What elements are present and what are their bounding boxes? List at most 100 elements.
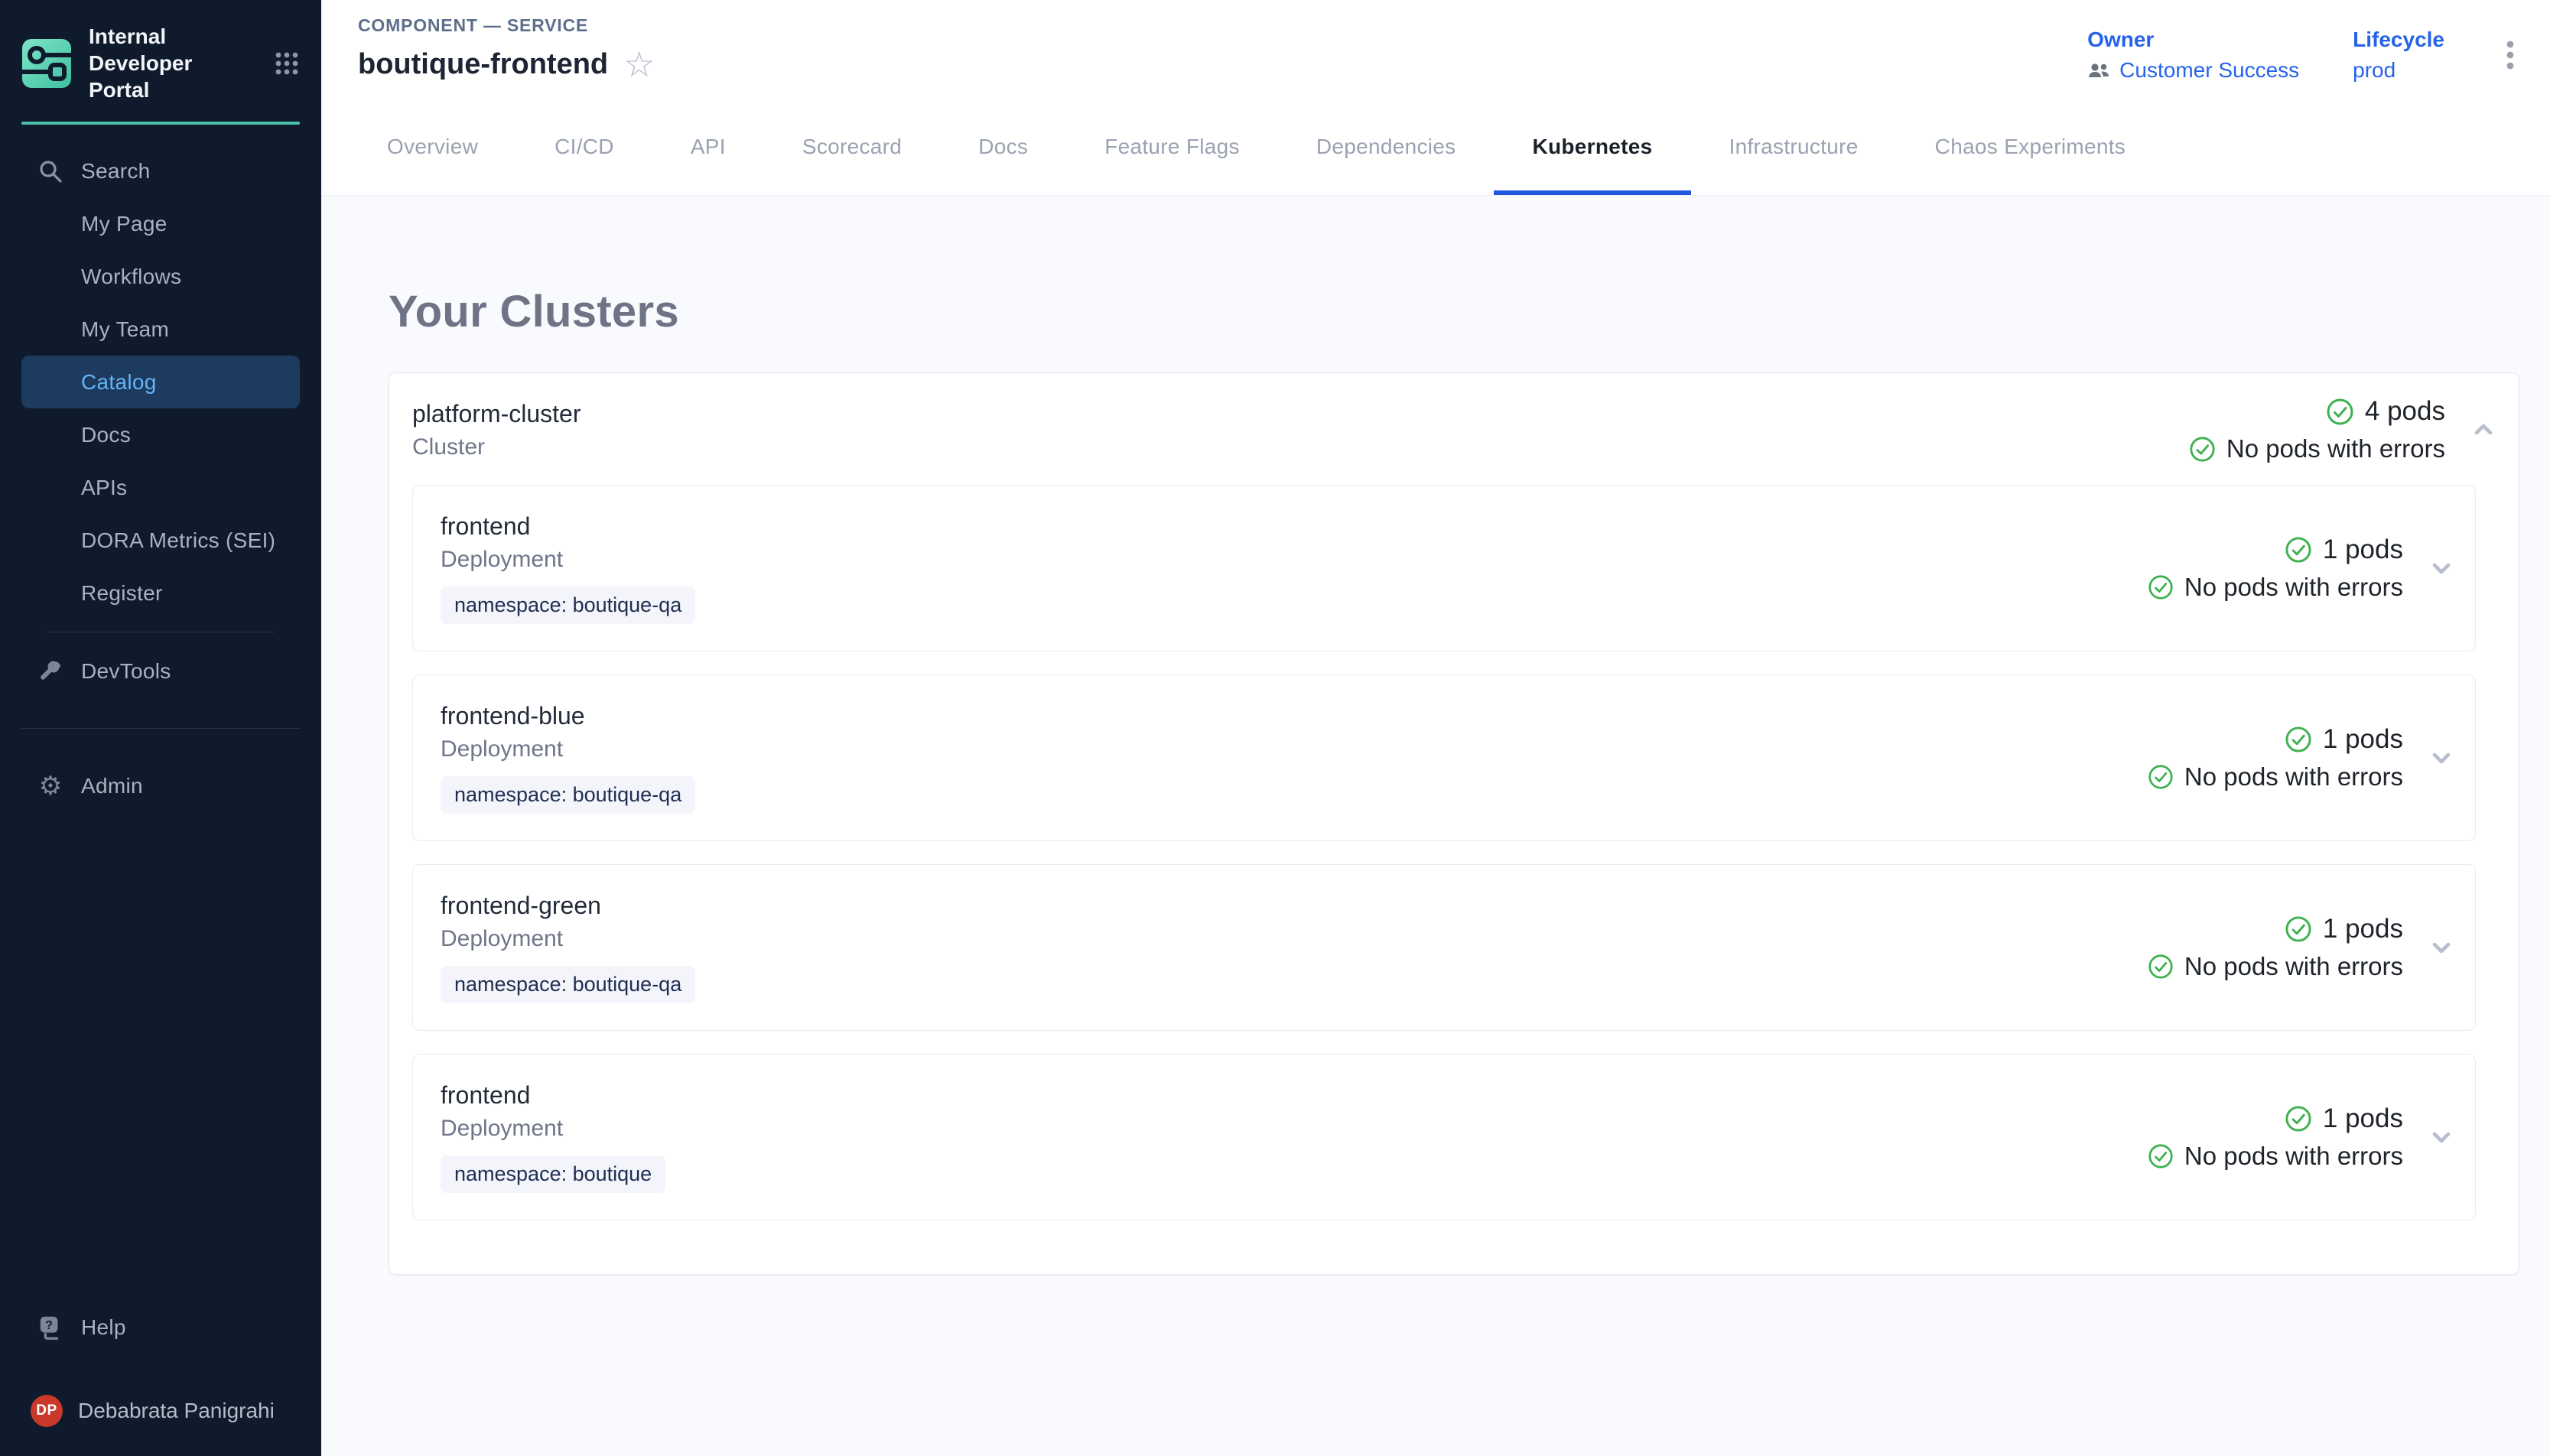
chevron-down-icon[interactable] <box>2423 929 2460 966</box>
tab-api[interactable]: API <box>652 98 764 195</box>
sidebar-item-label: APIs <box>81 476 127 500</box>
chevron-up-icon[interactable] <box>2465 411 2502 448</box>
sidebar-item-label: Workflows <box>81 265 181 289</box>
tab-feature-flags[interactable]: Feature Flags <box>1066 98 1278 195</box>
sidebar-item-devtools[interactable]: DevTools <box>21 645 300 697</box>
pods-status: 4 pods <box>2326 396 2445 427</box>
entity-header: COMPONENT — SERVICE boutique-frontend ☆ … <box>321 0 2550 98</box>
sidebar-item-docs[interactable]: Docs <box>21 408 300 461</box>
errors-status: No pods with errors <box>2189 434 2445 463</box>
tab-dependencies[interactable]: Dependencies <box>1278 98 1495 195</box>
pods-count: 1 pods <box>2323 724 2403 755</box>
workload-card[interactable]: frontend-blue Deployment namespace: bout… <box>412 674 2476 841</box>
sidebar-item-my-page[interactable]: My Page <box>21 197 300 250</box>
brand: Internal Developer Portal <box>0 0 321 122</box>
main-area: COMPONENT — SERVICE boutique-frontend ☆ … <box>321 0 2550 1456</box>
sidebar: Internal Developer Portal Search My Page… <box>0 0 321 1456</box>
errors-status: No pods with errors <box>2148 573 2403 602</box>
wrench-icon <box>37 658 64 685</box>
sidebar-item-workflows[interactable]: Workflows <box>21 250 300 303</box>
pods-count: 4 pods <box>2365 396 2445 427</box>
errors-status: No pods with errors <box>2148 762 2403 791</box>
sidebar-item-label: My Team <box>81 317 169 342</box>
errors-text: No pods with errors <box>2184 952 2403 981</box>
pods-status: 1 pods <box>2285 914 2403 944</box>
sidebar-item-label: Catalog <box>81 370 157 395</box>
check-circle-icon <box>2326 398 2354 426</box>
icon-spacer <box>37 474 64 502</box>
cluster-card: platform-cluster Cluster 4 pods <box>389 372 2519 1275</box>
tab-overview[interactable]: Overview <box>349 98 516 195</box>
check-circle-icon <box>2148 1143 2174 1169</box>
svg-text:?: ? <box>45 1318 53 1331</box>
breadcrumb: COMPONENT — SERVICE <box>358 15 655 36</box>
icon-spacer <box>37 421 64 449</box>
kebab-menu-icon[interactable] <box>2498 32 2522 78</box>
sidebar-item-dora-metrics-sei[interactable]: DORA Metrics (SEI) <box>21 514 300 567</box>
tab-ci-cd[interactable]: CI/CD <box>516 98 652 195</box>
owner-value: Customer Success <box>2119 58 2299 83</box>
tab-infrastructure[interactable]: Infrastructure <box>1691 98 1897 195</box>
users-icon <box>2087 61 2110 80</box>
errors-text: No pods with errors <box>2184 762 2403 791</box>
sidebar-section-divider <box>21 728 300 729</box>
check-circle-icon <box>2189 436 2216 463</box>
cluster-header[interactable]: platform-cluster Cluster 4 pods <box>389 373 2519 483</box>
user-menu[interactable]: DP Debabrata Panigrahi <box>21 1384 300 1438</box>
workload-name: frontend <box>441 512 695 541</box>
search-icon <box>37 158 64 185</box>
sidebar-item-label: Admin <box>81 774 143 798</box>
sidebar-item-admin[interactable]: ⚙ Admin <box>21 759 300 812</box>
star-icon[interactable]: ☆ <box>623 47 655 82</box>
sidebar-item-catalog[interactable]: Catalog <box>21 356 300 408</box>
errors-text: No pods with errors <box>2226 434 2445 463</box>
tab-chaos-experiments[interactable]: Chaos Experiments <box>1897 98 2164 195</box>
owner-block: Owner Customer Success <box>2087 28 2299 83</box>
lifecycle-value[interactable]: prod <box>2353 58 2444 83</box>
tabbar: Overview CI/CD API Scorecard Docs Featur… <box>321 98 2550 196</box>
icon-spacer <box>37 316 64 343</box>
content: Your Clusters platform-cluster Cluster <box>321 196 2550 1456</box>
app-logo-icon <box>21 38 72 89</box>
sidebar-item-label: DORA Metrics (SEI) <box>81 528 275 553</box>
workload-kind: Deployment <box>441 926 695 952</box>
workload-card[interactable]: frontend Deployment namespace: boutique-… <box>412 485 2476 652</box>
check-circle-icon <box>2285 1105 2312 1133</box>
icon-spacer <box>37 263 64 291</box>
workload-list: frontend Deployment namespace: boutique-… <box>389 483 2519 1274</box>
chevron-down-icon[interactable] <box>2423 550 2460 587</box>
tab-kubernetes[interactable]: Kubernetes <box>1494 98 1690 195</box>
brand-title: Internal Developer Portal <box>89 23 254 103</box>
apps-grid-icon[interactable] <box>274 50 300 76</box>
gear-icon: ⚙ <box>37 772 64 800</box>
sidebar-item-my-team[interactable]: My Team <box>21 303 300 356</box>
workload-kind: Deployment <box>441 736 695 762</box>
sidebar-item-apis[interactable]: APIs <box>21 461 300 514</box>
avatar: DP <box>31 1395 63 1427</box>
chevron-down-icon[interactable] <box>2423 739 2460 776</box>
sidebar-item-label: Search <box>81 159 151 184</box>
page-title: boutique-frontend <box>358 48 608 81</box>
sidebar-nav: Search My Page Workflows My Team Catalog… <box>0 145 321 697</box>
icon-spacer <box>37 527 64 554</box>
workload-card[interactable]: frontend Deployment namespace: boutique … <box>412 1054 2476 1220</box>
sidebar-item-search[interactable]: Search <box>21 145 300 197</box>
sidebar-item-label: Register <box>81 581 163 606</box>
workload-card[interactable]: frontend-green Deployment namespace: bou… <box>412 864 2476 1031</box>
cluster-name: platform-cluster <box>412 400 581 428</box>
errors-text: No pods with errors <box>2184 1142 2403 1171</box>
check-circle-icon <box>2285 726 2312 753</box>
icon-spacer <box>37 369 64 396</box>
workload-name: frontend-green <box>441 892 695 920</box>
errors-status: No pods with errors <box>2148 1142 2403 1171</box>
chevron-down-icon[interactable] <box>2423 1119 2460 1155</box>
cluster-kind: Cluster <box>412 434 581 460</box>
tab-docs[interactable]: Docs <box>940 98 1066 195</box>
namespace-chip: namespace: boutique-qa <box>441 587 695 624</box>
check-circle-icon <box>2148 764 2174 790</box>
owner-link[interactable]: Customer Success <box>2087 58 2299 83</box>
sidebar-item-register[interactable]: Register <box>21 567 300 619</box>
sidebar-item-help[interactable]: ? Help <box>21 1301 300 1354</box>
tab-scorecard[interactable]: Scorecard <box>764 98 940 195</box>
sidebar-item-label: Docs <box>81 423 131 447</box>
